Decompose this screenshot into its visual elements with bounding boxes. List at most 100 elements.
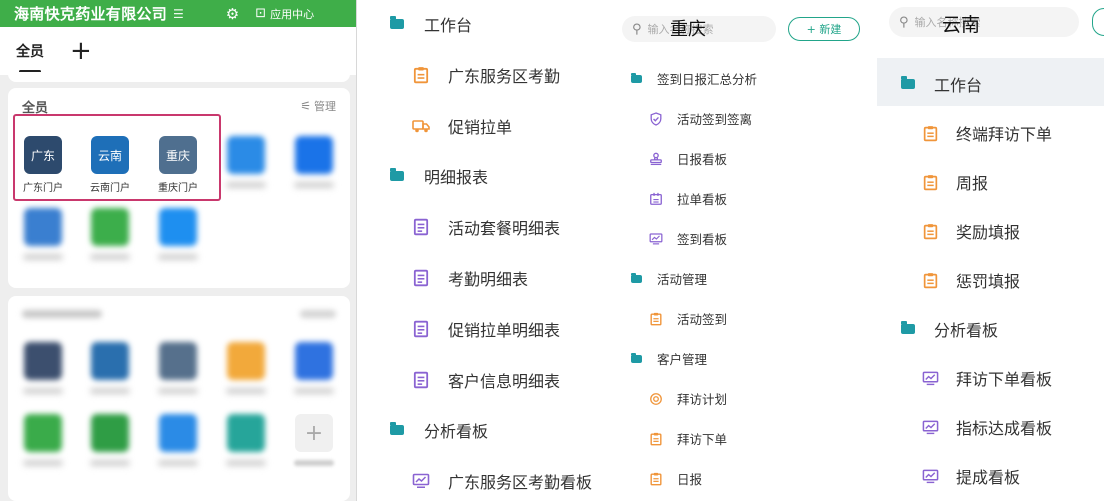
app-blurred[interactable]	[146, 342, 210, 394]
tree-item[interactable]: 广东服务区考勤	[410, 63, 560, 87]
tree-item[interactable]: 客户信息明细表	[410, 368, 560, 392]
app-blurred[interactable]	[78, 208, 142, 260]
tree-folder[interactable]: 签到日报汇总分析	[628, 69, 757, 88]
folder-label: 活动管理	[657, 272, 708, 287]
blurred-app-label	[226, 460, 266, 466]
app-blurred[interactable]	[146, 208, 210, 260]
item-label: 日报	[677, 472, 703, 487]
tree-item[interactable]: 签到看板	[648, 229, 727, 248]
phone-workspace-panel: 海南快克药业有限公司 ☰ ⚙ ⊡ 应用中心 全员 + 全员 ⚟ 管理 广东 广东…	[0, 0, 357, 501]
new-button[interactable]: + 新建	[788, 17, 860, 41]
folder-icon-wrap	[628, 352, 644, 363]
app-blurred[interactable]	[214, 414, 278, 466]
blurred-app-icon	[159, 342, 197, 380]
tree-item[interactable]: 考勤明细表	[410, 266, 528, 290]
item-label: 活动签到	[677, 312, 728, 327]
tree-item[interactable]: 活动签到	[648, 309, 727, 328]
blurred-app-icon	[24, 342, 62, 380]
tree-item[interactable]: 提成看板	[920, 464, 1020, 488]
clipboard-icon	[648, 312, 664, 326]
tree-item[interactable]: 拜访下单看板	[920, 366, 1052, 390]
item-label: 拉单看板	[677, 192, 728, 207]
add-tab-icon[interactable]: +	[70, 38, 92, 64]
blurred-app-label	[23, 460, 63, 466]
app-add[interactable]: +	[282, 414, 346, 466]
tree-item[interactable]: 拉单看板	[648, 189, 727, 208]
truck-icon	[410, 117, 432, 135]
tree-item[interactable]: 终端拜访下单	[920, 121, 1052, 145]
app-blurred[interactable]	[78, 414, 142, 466]
tab-all-staff[interactable]: 全员	[16, 41, 44, 73]
blurred-app-label	[294, 388, 334, 394]
blurred-app-icon	[227, 342, 265, 380]
folder-icon-wrap	[898, 321, 918, 334]
search-input[interactable]: ⚲ 输入名称搜索	[889, 7, 1079, 37]
app-blurred[interactable]	[282, 342, 346, 394]
folder-icon	[390, 16, 404, 29]
item-label: 活动签到签离	[677, 112, 753, 127]
tree-item[interactable]: 拜访下单	[648, 429, 727, 448]
tree-item[interactable]: 活动签到签离	[648, 109, 752, 128]
app-blurred[interactable]	[11, 414, 75, 466]
item-label: 终端拜访下单	[956, 125, 1053, 144]
app-blurred[interactable]	[11, 208, 75, 260]
tree-item[interactable]: 奖励填报	[920, 219, 1020, 243]
shield-check-icon	[648, 111, 664, 126]
tree-folder[interactable]: 工作台	[386, 12, 472, 36]
folder-icon-wrap	[386, 422, 408, 436]
tree-folder[interactable]: 活动管理	[628, 269, 707, 288]
gear-icon[interactable]: ⚙	[226, 5, 239, 23]
app-center-button[interactable]: ⊡ 应用中心	[255, 6, 314, 22]
tree-item[interactable]: 日报看板	[648, 149, 727, 168]
item-label: 活动套餐明细表	[448, 219, 561, 239]
region-title: 重庆	[670, 19, 706, 40]
shopping-bag-icon: ⊡	[255, 6, 267, 21]
blurred-app-icon	[24, 208, 62, 246]
folder-icon-wrap	[898, 76, 918, 89]
tree-folder[interactable]: 工作台	[898, 72, 982, 96]
tree-item[interactable]: 惩罚填报	[920, 268, 1020, 292]
blurred-app-icon	[91, 342, 129, 380]
clipboard-icon	[920, 174, 940, 191]
app-blurred[interactable]	[282, 136, 346, 188]
tree-item[interactable]: 拜访计划	[648, 389, 727, 408]
item-label: 考勤明细表	[448, 270, 529, 289]
app-blurred[interactable]	[78, 342, 142, 394]
blurred-app-label	[23, 254, 63, 260]
plus-icon: +	[295, 414, 333, 452]
item-label: 拜访计划	[677, 392, 728, 407]
tree-item[interactable]: 指标达成看板	[920, 415, 1052, 439]
tree-folder[interactable]: 分析看板	[386, 418, 488, 442]
document-icon	[410, 320, 432, 338]
blurred-manage	[300, 310, 336, 318]
app-blurred[interactable]	[214, 136, 278, 188]
document-icon	[410, 269, 432, 287]
manage-button[interactable]: ⚟ 管理	[300, 98, 336, 114]
folder-icon-wrap	[628, 72, 644, 83]
app-blurred[interactable]	[11, 342, 75, 394]
tree-item[interactable]: 活动套餐明细表	[410, 215, 560, 239]
monitor-chart-icon	[920, 370, 940, 387]
tree-folder[interactable]: 明细报表	[386, 164, 488, 188]
tree-folder[interactable]: 分析看板	[898, 317, 998, 341]
target-icon	[648, 392, 664, 406]
folder-icon	[630, 72, 642, 83]
tree-item[interactable]: 促销拉单	[410, 114, 512, 138]
tree-item[interactable]: 促销拉单明细表	[410, 317, 560, 341]
tree-item[interactable]: 日报	[648, 469, 702, 488]
new-button-partial[interactable]	[1092, 8, 1104, 36]
blurred-app-icon	[24, 414, 62, 452]
tree-folder[interactable]: 客户管理	[628, 349, 707, 368]
monitor-chart-icon	[920, 419, 940, 436]
clipboard-icon	[920, 125, 940, 142]
tree-item[interactable]: 周报	[920, 170, 988, 194]
document-icon	[410, 218, 432, 236]
app-blurred[interactable]	[146, 414, 210, 466]
tree-item[interactable]: 广东服务区考勤看板	[410, 469, 592, 493]
app-blurred[interactable]	[214, 342, 278, 394]
calendar-icon	[648, 192, 664, 206]
switch-company-icon[interactable]: ☰	[173, 7, 184, 21]
blurred-app-label	[90, 388, 130, 394]
blurred-app-label	[158, 254, 198, 260]
region-title: 云南	[942, 14, 981, 36]
